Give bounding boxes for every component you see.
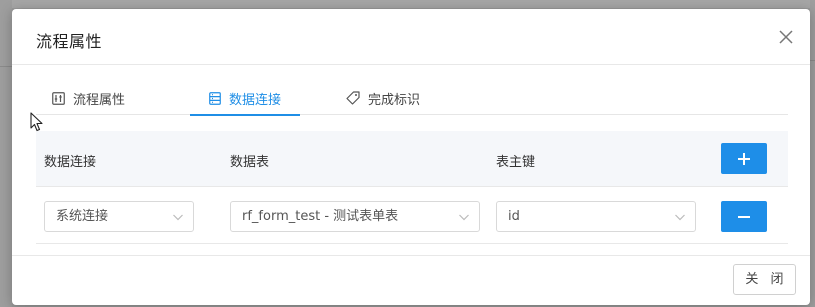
column-header: 数据表 bbox=[230, 155, 270, 170]
table-select[interactable]: rf_form_test - 测试表单表 bbox=[230, 201, 480, 232]
dialog-title: 流程属性 bbox=[36, 32, 103, 51]
dialog-header: 流程属性 bbox=[12, 9, 810, 65]
chevron-down-icon bbox=[459, 214, 469, 221]
backdrop-right bbox=[810, 0, 815, 307]
close-button[interactable]: 关 闭 bbox=[733, 264, 796, 295]
backdrop-divider bbox=[810, 60, 815, 61]
tab-label: 完成标识 bbox=[368, 92, 421, 108]
backdrop-left bbox=[0, 0, 12, 307]
tab-bar: 流程属性 数据连接 完成标识 bbox=[36, 81, 788, 116]
primary-key-select[interactable]: id bbox=[496, 201, 696, 232]
select-value: rf_form_test - 测试表单表 bbox=[242, 209, 399, 224]
dialog-footer: 关 闭 bbox=[12, 255, 810, 305]
chevron-down-icon bbox=[173, 214, 183, 221]
column-header: 数据连接 bbox=[44, 155, 97, 170]
tab-flow-properties[interactable]: 流程属性 bbox=[52, 81, 162, 115]
select-value: 系统连接 bbox=[56, 209, 109, 224]
close-icon[interactable] bbox=[778, 29, 794, 45]
mouse-cursor-icon bbox=[30, 112, 43, 132]
minus-icon bbox=[738, 215, 750, 218]
tab-data-connection[interactable]: 数据连接 bbox=[190, 81, 300, 116]
column-header: 表主键 bbox=[496, 155, 536, 170]
tab-label: 数据连接 bbox=[228, 92, 281, 108]
add-row-button[interactable] bbox=[721, 143, 767, 174]
data-connection-table: 数据连接 数据表 表主键 系统连接 rf_form_test - 测试表单表 i… bbox=[36, 131, 788, 244]
connection-select[interactable]: 系统连接 bbox=[44, 201, 194, 232]
tab-label: 流程属性 bbox=[73, 92, 126, 108]
backdrop-divider bbox=[0, 66, 12, 67]
remove-row-button[interactable] bbox=[721, 201, 767, 232]
flow-properties-dialog: 流程属性 流程属性 数据连接 完成标识 数据连接 数据表 表主键 系统连接 rf… bbox=[12, 9, 810, 305]
chevron-down-icon bbox=[675, 214, 685, 221]
table-row: 系统连接 rf_form_test - 测试表单表 id bbox=[36, 188, 788, 244]
sliders-icon bbox=[52, 91, 65, 105]
tab-completion-mark[interactable]: 完成标识 bbox=[346, 81, 456, 115]
select-value: id bbox=[508, 209, 520, 224]
table-header: 数据连接 数据表 表主键 bbox=[36, 131, 788, 187]
tag-icon bbox=[346, 91, 360, 105]
plus-icon bbox=[738, 152, 750, 165]
backdrop-top bbox=[0, 0, 815, 8]
database-icon bbox=[209, 91, 221, 105]
